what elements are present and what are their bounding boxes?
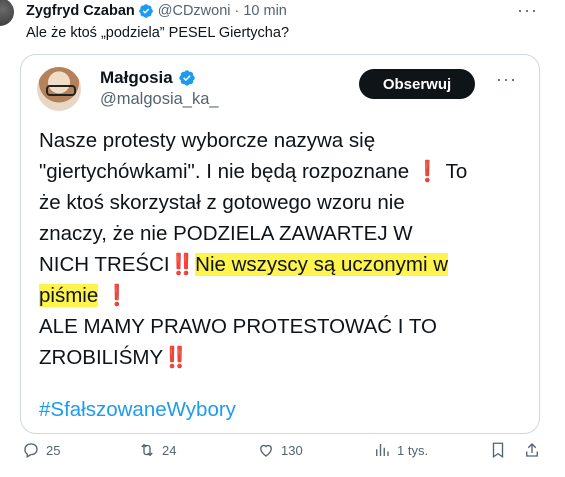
text-line: że ktoś skorzystał z gotowego wzoru nie bbox=[39, 191, 405, 214]
repost-count: 24 bbox=[162, 442, 177, 458]
share-icon bbox=[526, 443, 538, 457]
reply-count: 25 bbox=[46, 442, 61, 458]
reply-button[interactable]: 25 bbox=[22, 441, 60, 459]
author-handle[interactable]: @CDzwoni bbox=[158, 3, 231, 19]
quoted-author-name-text: Małgosia bbox=[100, 68, 173, 87]
text-line: ZROBILIŚMY‼️ bbox=[39, 342, 534, 373]
repost-button[interactable]: 24 bbox=[138, 441, 176, 459]
bookmark-button[interactable] bbox=[489, 441, 513, 459]
double-exclamation-emoji: ‼️ bbox=[163, 346, 189, 369]
text-segment: ZROBILIŚMY bbox=[39, 346, 164, 369]
reply-icon bbox=[24, 443, 38, 458]
quoted-author-handle[interactable]: @malgosia_ka_ bbox=[100, 90, 219, 109]
like-icon bbox=[260, 444, 272, 457]
timestamp[interactable]: 10 min bbox=[243, 3, 287, 19]
repost-icon bbox=[141, 443, 153, 457]
more-icon[interactable]: ··· bbox=[517, 0, 538, 21]
like-count: 130 bbox=[281, 442, 303, 458]
views-button[interactable]: 1 tys. bbox=[373, 441, 428, 459]
exclamation-emoji: ❗ bbox=[414, 160, 441, 183]
outer-avatar[interactable] bbox=[0, 0, 14, 26]
highlighted-text: Nie wszyscy są uczonymi w bbox=[195, 253, 449, 276]
text-line: "giertychówkami". I nie będą rozpoznane … bbox=[39, 156, 534, 187]
text-segment: To bbox=[445, 160, 468, 183]
action-bar: 25 24 130 1 tys. bbox=[0, 441, 565, 467]
follow-button[interactable]: Obserwuj bbox=[359, 69, 475, 99]
hashtag-link[interactable]: #SfałszowaneWybory bbox=[39, 398, 236, 422]
share-button[interactable] bbox=[523, 441, 547, 459]
views-count: 1 tys. bbox=[397, 442, 429, 458]
views-icon bbox=[376, 444, 389, 456]
verified-badge-icon bbox=[179, 70, 195, 86]
quoted-avatar[interactable] bbox=[37, 67, 81, 111]
text-line: NICH TREŚCI‼️Nie wszyscy są uczonymi w bbox=[39, 249, 534, 280]
separator-dot: · bbox=[234, 3, 240, 19]
text-segment: "giertychówkami". I nie będą rozpoznane bbox=[39, 160, 410, 183]
text-line: ALE MAMY PRAWO PROTESTOWAĆ I TO bbox=[39, 315, 437, 338]
highlighted-text: piśmie bbox=[39, 284, 99, 307]
verified-badge-icon bbox=[138, 4, 153, 18]
tweet-text: Ale że ktoś „podziela” PESEL Giertycha? bbox=[26, 25, 290, 41]
text-segment: NICH TREŚCI bbox=[39, 253, 170, 276]
text-line: znaczy, że nie PODZIELA ZAWARTEJ W bbox=[39, 222, 413, 245]
text-line: piśmie ❗ bbox=[39, 280, 534, 311]
like-button[interactable]: 130 bbox=[257, 441, 303, 459]
text-line: Nasze protesty wyborcze nazywa się bbox=[39, 129, 376, 152]
quoted-tweet-card[interactable]: Małgosia @malgosia_ka_ Obserwuj ··· Nasz… bbox=[20, 54, 540, 434]
quoted-tweet-text: Nasze protesty wyborcze nazywa się "gier… bbox=[39, 125, 534, 373]
more-icon[interactable]: ··· bbox=[496, 69, 517, 90]
bookmark-icon bbox=[492, 442, 504, 459]
double-exclamation-emoji: ‼️ bbox=[169, 253, 196, 276]
tweet-header: Zygfryd Czaban @CDzwoni · 10 min bbox=[26, 2, 287, 20]
author-name[interactable]: Zygfryd Czaban bbox=[26, 3, 135, 19]
exclamation-emoji: ❗ bbox=[103, 284, 130, 307]
quoted-author-name[interactable]: Małgosia bbox=[100, 68, 200, 88]
